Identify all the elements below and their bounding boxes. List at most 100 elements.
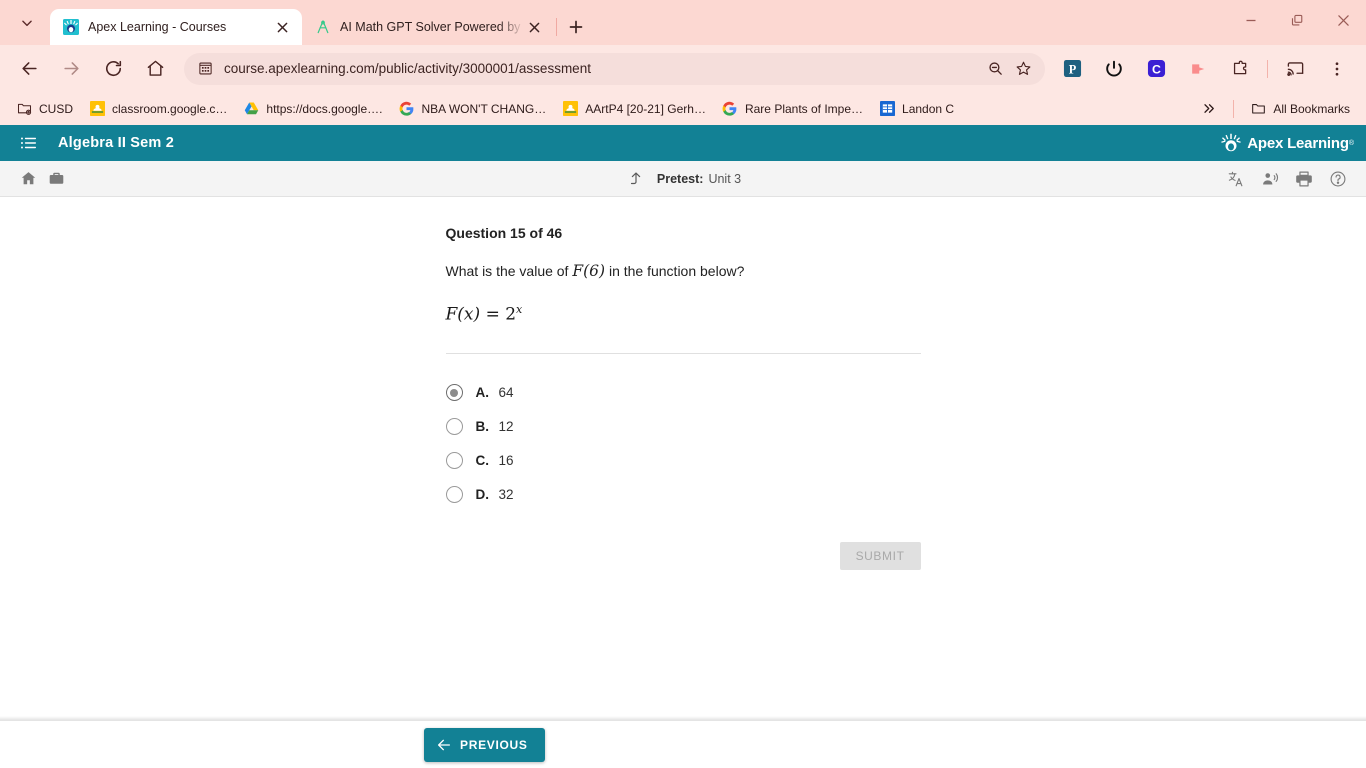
star-icon[interactable] bbox=[1009, 55, 1037, 83]
tab-close-icon[interactable] bbox=[272, 17, 292, 37]
browser-window: Apex Learning - Courses AI Math GPT Solv… bbox=[0, 0, 1366, 768]
close-icon[interactable] bbox=[1320, 0, 1366, 40]
option-letter: C. bbox=[475, 453, 490, 469]
formula-lhs: F(x) bbox=[445, 304, 481, 325]
bookmarks-overflow: All Bookmarks bbox=[1194, 96, 1358, 122]
apex-logo-tm: ® bbox=[1348, 139, 1354, 147]
bookmark-label: CUSD bbox=[39, 101, 74, 116]
three-dot-menu-icon[interactable] bbox=[1321, 53, 1353, 85]
extensions-puzzle-icon[interactable] bbox=[1224, 53, 1256, 85]
tab-title: Apex Learning - Courses bbox=[88, 20, 227, 34]
option-text: 16 bbox=[498, 453, 514, 469]
classroom-icon bbox=[562, 101, 578, 117]
page-viewport: Algebra II Sem 2 Apex Learning ® Pretest… bbox=[0, 125, 1366, 768]
radio-button[interactable] bbox=[445, 384, 463, 402]
option-letter: D. bbox=[475, 487, 490, 503]
toolbar-separator bbox=[1267, 59, 1268, 78]
left-arrow-icon bbox=[438, 739, 450, 750]
all-bookmarks-label: All Bookmarks bbox=[1273, 101, 1350, 116]
url-text[interactable]: course.apexlearning.com/public/activity/… bbox=[216, 61, 981, 76]
briefcase-icon[interactable] bbox=[42, 165, 70, 193]
browser-tab-apex-learning[interactable]: Apex Learning - Courses bbox=[50, 9, 302, 45]
option-text: 64 bbox=[498, 385, 514, 401]
site-info-icon[interactable] bbox=[194, 61, 216, 76]
apex-learning-logo: Apex Learning ® bbox=[1220, 133, 1354, 154]
double-chevron-icon[interactable] bbox=[1194, 96, 1225, 122]
formula-base: 2 bbox=[505, 304, 517, 325]
up-level-arrow-icon[interactable] bbox=[625, 168, 647, 190]
bookmark-label: AArtP4 [20-21] Gerh… bbox=[585, 101, 706, 116]
translate-icon[interactable] bbox=[1222, 165, 1250, 193]
submit-button[interactable]: SUBMIT bbox=[839, 541, 921, 570]
breadcrumb-value: Unit 3 bbox=[708, 171, 742, 186]
back-arrow-icon[interactable] bbox=[13, 53, 45, 85]
reload-icon[interactable] bbox=[97, 53, 129, 85]
content-divider bbox=[445, 352, 921, 354]
question-prompt: What is the value of F(6) in the functio… bbox=[446, 261, 921, 281]
previous-button[interactable]: PREVIOUS bbox=[424, 727, 545, 762]
radio-button[interactable] bbox=[445, 486, 463, 504]
course-title: Algebra II Sem 2 bbox=[58, 135, 175, 151]
assessment-footer: PREVIOUS bbox=[0, 720, 1366, 768]
print-icon[interactable] bbox=[1290, 165, 1318, 193]
read-aloud-icon[interactable] bbox=[1256, 165, 1284, 193]
clever-extension[interactable]: C bbox=[1140, 53, 1172, 85]
radio-button[interactable] bbox=[445, 452, 463, 470]
paperpile-extension[interactable]: P bbox=[1056, 53, 1088, 85]
svg-text:C: C bbox=[1152, 62, 1161, 76]
bookmark-label: https://docs.google…. bbox=[266, 101, 383, 116]
previous-button-label: PREVIOUS bbox=[460, 737, 528, 752]
breadcrumb: Pretest: Unit 3 bbox=[0, 168, 1366, 190]
new-tab-plus-icon[interactable] bbox=[562, 13, 590, 41]
radio-button[interactable] bbox=[445, 418, 463, 436]
window-controls bbox=[1228, 0, 1366, 40]
forward-arrow-icon[interactable] bbox=[55, 53, 87, 85]
tab-strip: Apex Learning - Courses AI Math GPT Solv… bbox=[0, 0, 1366, 45]
minimize-icon[interactable] bbox=[1228, 0, 1274, 40]
answer-option-d[interactable]: D. 32 bbox=[445, 478, 921, 512]
list-menu-icon[interactable] bbox=[18, 132, 40, 154]
loom-extension[interactable] bbox=[1182, 53, 1214, 85]
bookmark-nba-wont-change[interactable]: NBA WON'T CHANG… bbox=[390, 96, 554, 122]
bookmark-landon-c[interactable]: Landon C bbox=[871, 96, 962, 122]
formula-exponent: x bbox=[516, 303, 523, 316]
apex-sub-toolbar: Pretest: Unit 3 bbox=[0, 161, 1366, 197]
bookmark-docs-google[interactable]: https://docs.google…. bbox=[235, 96, 390, 122]
help-icon[interactable] bbox=[1324, 165, 1352, 193]
tab-search-chevron-down-icon[interactable] bbox=[4, 0, 50, 45]
prompt-text-before: What is the value of bbox=[445, 263, 573, 279]
drive-icon bbox=[243, 101, 259, 117]
bookmark-rare-plants[interactable]: Rare Plants of Impe… bbox=[714, 96, 871, 122]
zoom-out-icon[interactable] bbox=[981, 55, 1009, 83]
cast-icon[interactable] bbox=[1279, 53, 1311, 85]
bookmark-aartp4[interactable]: AArtP4 [20-21] Gerh… bbox=[554, 96, 714, 122]
submit-row: SUBMIT bbox=[446, 541, 921, 570]
all-bookmarks-button[interactable]: All Bookmarks bbox=[1242, 96, 1358, 122]
sub-toolbar-actions bbox=[1222, 165, 1352, 193]
prompt-text-after: in the function below? bbox=[605, 263, 745, 279]
tab-close-icon[interactable] bbox=[524, 17, 544, 37]
answer-option-c[interactable]: C. 16 bbox=[445, 444, 921, 478]
answer-option-a[interactable]: A. 64 bbox=[445, 376, 921, 410]
folder-settings-icon bbox=[16, 101, 32, 117]
maximize-icon[interactable] bbox=[1274, 0, 1320, 40]
home-icon[interactable] bbox=[139, 53, 171, 85]
apex-logo-icon bbox=[1220, 133, 1241, 154]
browser-tab-ai-math-gpt[interactable]: AI Math GPT Solver Powered by bbox=[302, 9, 554, 45]
answer-options: A. 64 B. 12 C. 16 D. 32 bbox=[445, 376, 921, 512]
prompt-math-expression: F(6) bbox=[572, 262, 606, 280]
tab-separator bbox=[556, 18, 557, 36]
question-formula: F(x) = 2x bbox=[446, 303, 921, 325]
bookmark-label: Rare Plants of Impe… bbox=[744, 101, 864, 116]
answer-option-b[interactable]: B. 12 bbox=[445, 410, 921, 444]
home-icon[interactable] bbox=[14, 165, 42, 193]
option-letter: B. bbox=[475, 419, 490, 435]
classroom-icon bbox=[89, 101, 105, 117]
question-number: Question 15 of 46 bbox=[445, 225, 563, 241]
apex-favicon bbox=[62, 19, 79, 36]
bookmark-cusd[interactable]: CUSD bbox=[8, 96, 81, 122]
bookmark-classroom-google[interactable]: classroom.google.c… bbox=[81, 96, 235, 122]
power-extension[interactable] bbox=[1098, 53, 1130, 85]
apex-logo-text: Apex Learning bbox=[1247, 134, 1349, 152]
address-bar[interactable]: course.apexlearning.com/public/activity/… bbox=[184, 52, 1045, 85]
